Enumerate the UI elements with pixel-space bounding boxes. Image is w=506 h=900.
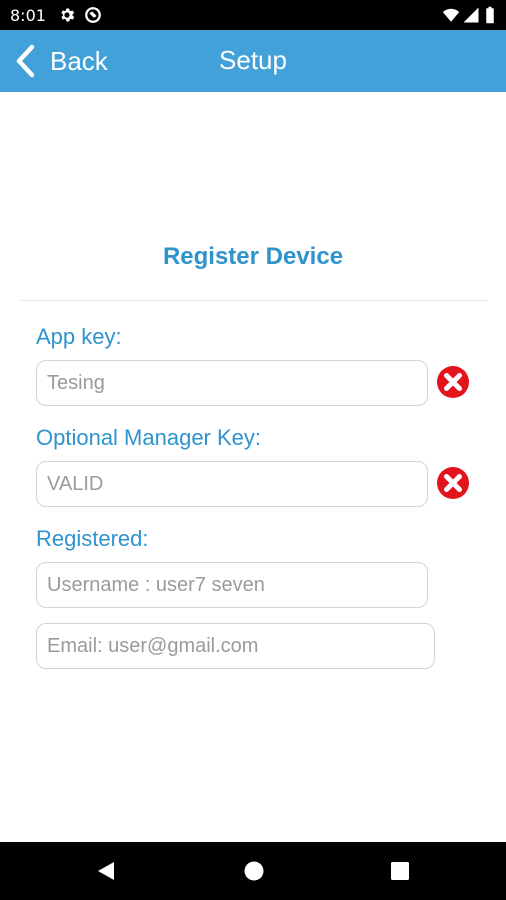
signal-icon [463, 7, 479, 23]
wifi-icon [442, 8, 460, 22]
home-circle-icon[interactable] [243, 860, 265, 882]
manager-key-label: Optional Manager Key: [36, 425, 262, 450]
back-triangle-icon[interactable] [96, 860, 118, 882]
app-key-input[interactable] [36, 360, 428, 406]
app-key-label: App key: [36, 324, 122, 349]
register-device-heading: Register Device [162, 243, 344, 270]
username-field[interactable] [36, 562, 428, 608]
status-bar: 8:01 [0, 0, 506, 30]
settings-icon [61, 8, 75, 22]
email-field[interactable] [36, 623, 435, 669]
registered-label: Registered: [36, 526, 149, 551]
divider [20, 300, 488, 301]
manager-key-input[interactable] [36, 461, 428, 507]
sync-icon [85, 7, 101, 23]
system-nav-bar [0, 842, 506, 900]
recents-square-icon[interactable] [389, 860, 411, 882]
battery-icon [486, 6, 494, 24]
app-bar: Back Setup [0, 30, 506, 92]
status-time: 8:01 [10, 6, 46, 25]
clear-manager-key-icon[interactable] [436, 466, 470, 500]
clear-app-key-icon[interactable] [436, 365, 470, 399]
page-title: Setup [219, 45, 287, 75]
setup-screen: 8:01 Back Setup Register Device App key:… [0, 0, 506, 900]
